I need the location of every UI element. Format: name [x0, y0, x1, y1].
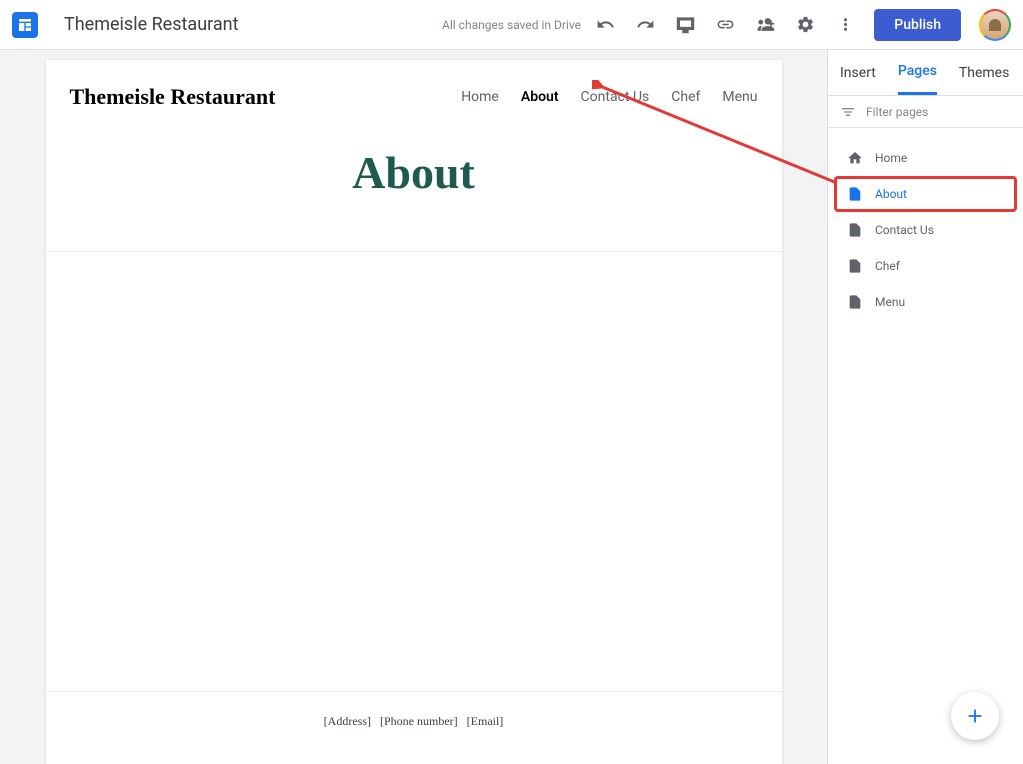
undo-icon[interactable]: [594, 14, 616, 36]
toolbar-actions: Publish: [594, 9, 1011, 41]
preview-icon[interactable]: [674, 14, 696, 36]
add-page-button[interactable]: [951, 692, 999, 740]
footer-email: [Email]: [467, 714, 504, 728]
page-footer[interactable]: [Address] [Phone number] [Email]: [46, 691, 782, 764]
page-icon: [847, 186, 863, 202]
tab-themes[interactable]: Themes: [959, 50, 1009, 95]
settings-icon[interactable]: [794, 14, 816, 36]
canvas-area[interactable]: Themeisle Restaurant Home About Contact …: [0, 50, 827, 764]
tab-pages[interactable]: Pages: [898, 50, 937, 95]
pages-list: Home About Contact Us Chef Menu: [828, 128, 1023, 332]
filter-placeholder: Filter pages: [866, 105, 928, 119]
nav-menu[interactable]: Menu: [722, 89, 757, 105]
redo-icon[interactable]: [634, 14, 656, 36]
page-item-contact[interactable]: Contact Us: [834, 212, 1017, 248]
tab-insert[interactable]: Insert: [840, 50, 876, 95]
nav-contact[interactable]: Contact Us: [581, 89, 650, 105]
page-item-chef[interactable]: Chef: [834, 248, 1017, 284]
nav-about[interactable]: About: [521, 89, 559, 105]
home-icon: [847, 150, 863, 166]
page-icon: [847, 222, 863, 238]
document-title[interactable]: Themeisle Restaurant: [64, 14, 238, 35]
page-item-menu[interactable]: Menu: [834, 284, 1017, 320]
footer-address: [Address]: [324, 714, 371, 728]
page-item-about[interactable]: About: [834, 176, 1017, 212]
link-icon[interactable]: [714, 14, 736, 36]
page-heading[interactable]: About: [46, 110, 782, 251]
publish-button[interactable]: Publish: [874, 9, 961, 41]
share-icon[interactable]: [754, 14, 776, 36]
main-area: Themeisle Restaurant Home About Contact …: [0, 50, 1023, 764]
nav-home[interactable]: Home: [461, 89, 499, 105]
filter-icon: [840, 104, 856, 120]
site-title[interactable]: Themeisle Restaurant: [70, 84, 276, 110]
page-item-label: Menu: [875, 295, 905, 309]
more-icon[interactable]: [834, 14, 856, 36]
site-nav: Home About Contact Us Chef Menu: [461, 89, 757, 105]
page-icon: [847, 294, 863, 310]
page-canvas[interactable]: Themeisle Restaurant Home About Contact …: [46, 60, 782, 764]
nav-chef[interactable]: Chef: [671, 89, 700, 105]
panel-tabs: Insert Pages Themes: [828, 50, 1023, 96]
footer-phone: [Phone number]: [380, 714, 458, 728]
right-panel: Insert Pages Themes Filter pages Home Ab…: [827, 50, 1023, 764]
save-status-text: All changes saved in Drive: [442, 18, 581, 32]
plus-icon: [964, 705, 986, 727]
page-body[interactable]: [46, 251, 782, 691]
page-icon: [847, 258, 863, 274]
filter-pages-row[interactable]: Filter pages: [828, 96, 1023, 128]
top-toolbar: Themeisle Restaurant All changes saved i…: [0, 0, 1023, 50]
page-item-label: About: [875, 187, 907, 201]
page-item-label: Home: [875, 151, 907, 165]
page-item-home[interactable]: Home: [834, 140, 1017, 176]
user-avatar[interactable]: [979, 9, 1011, 41]
page-item-label: Chef: [875, 259, 900, 273]
app-logo-icon[interactable]: [12, 12, 38, 38]
page-item-label: Contact Us: [875, 223, 934, 237]
site-header: Themeisle Restaurant Home About Contact …: [46, 60, 782, 110]
